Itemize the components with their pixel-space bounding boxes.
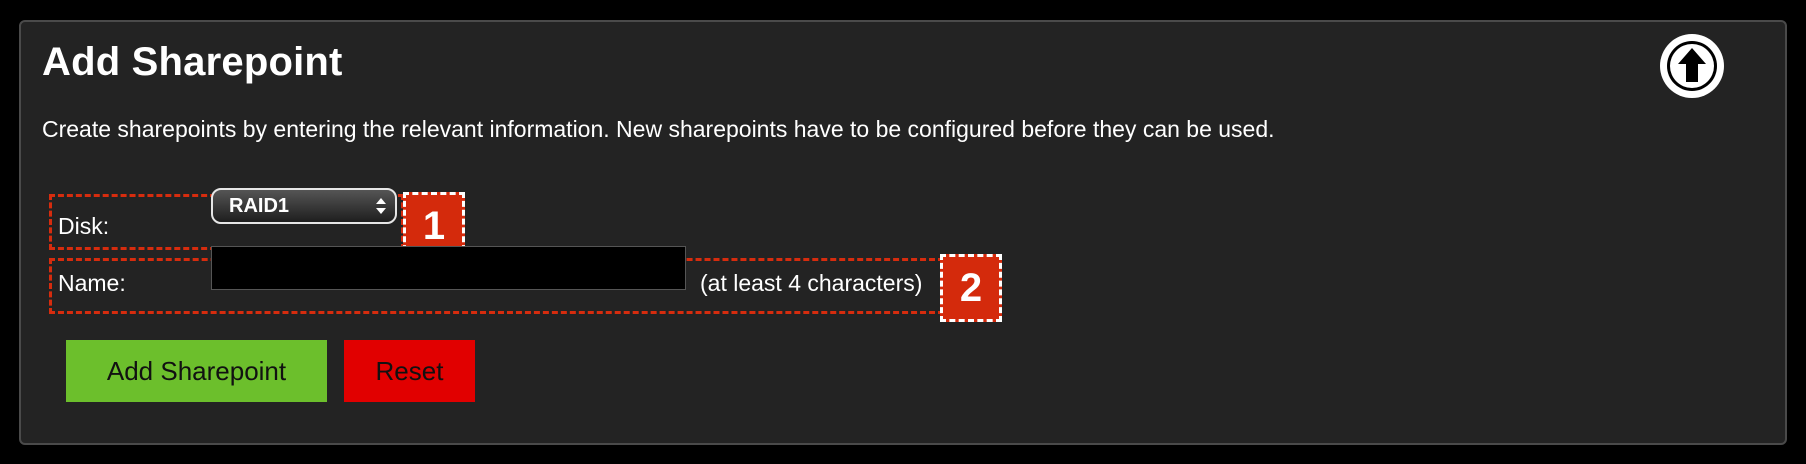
name-hint: (at least 4 characters) [700,270,923,296]
reset-button[interactable]: Reset [344,340,475,402]
disk-label: Disk: [58,213,110,239]
chevron-up-down-icon [367,190,395,222]
disk-select[interactable]: RAID1 [211,188,397,224]
callout-marker-2: 2 [940,254,1002,322]
arrow-up-circle-icon[interactable] [1656,30,1728,102]
panel-description: Create sharepoints by entering the relev… [42,116,1275,142]
panel-title: Add Sharepoint [42,40,343,84]
name-input[interactable] [211,246,686,290]
name-label: Name: [58,270,126,296]
add-sharepoint-button[interactable]: Add Sharepoint [66,340,327,402]
disk-select-value: RAID1 [229,194,290,217]
